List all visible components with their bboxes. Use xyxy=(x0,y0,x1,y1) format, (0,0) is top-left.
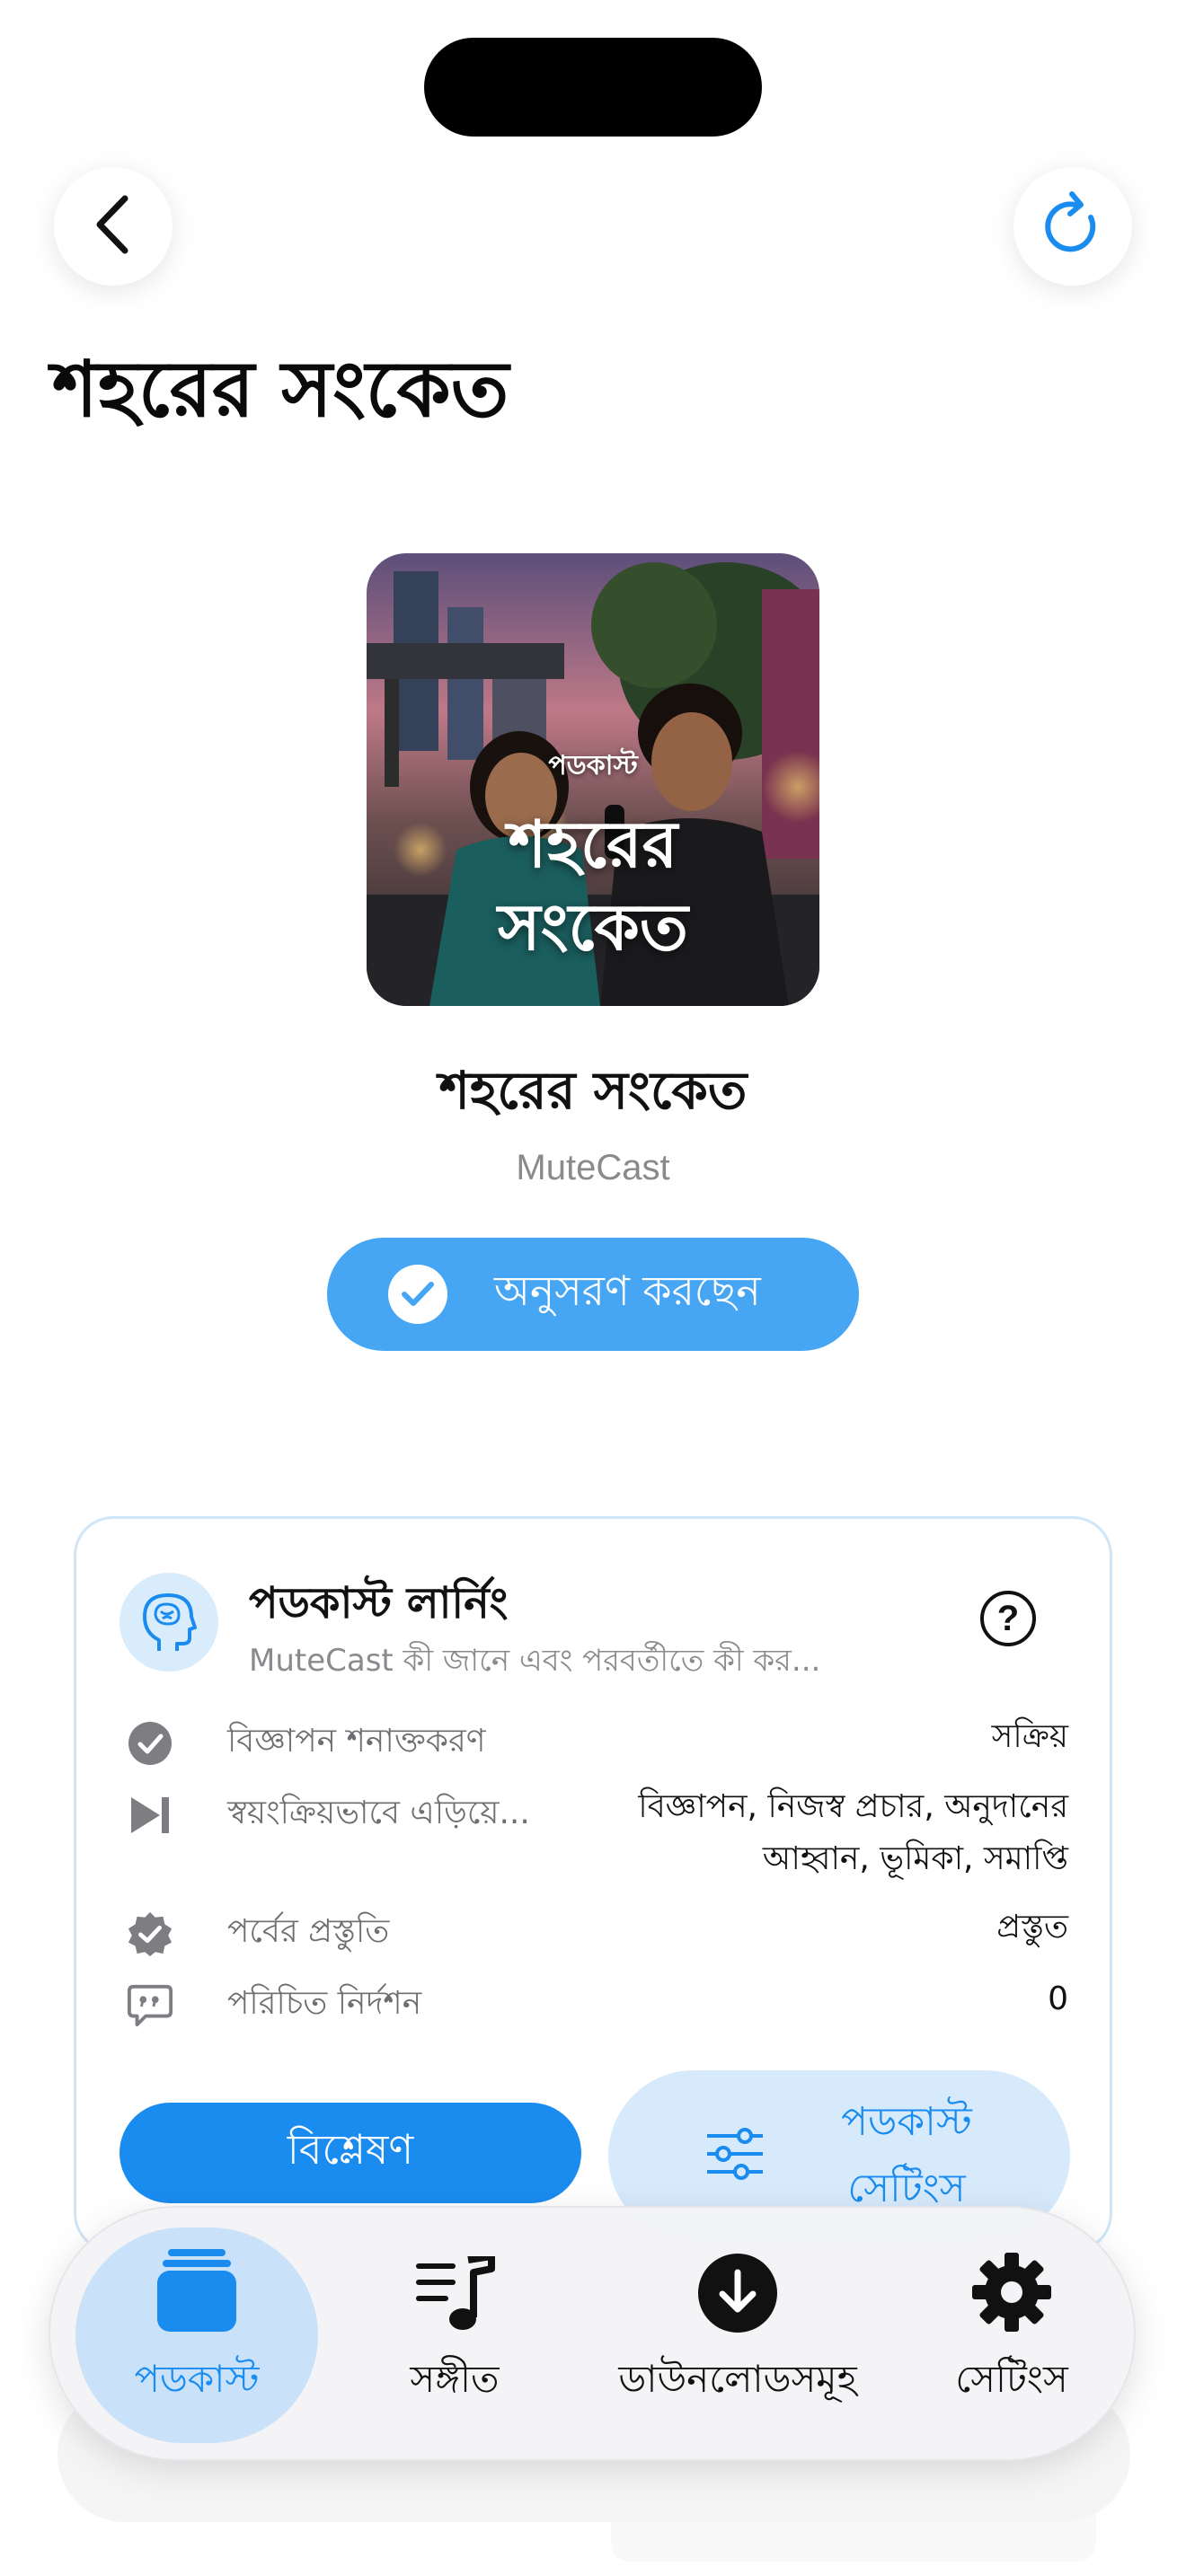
following-label: অনুসরণ করছেন xyxy=(494,1266,761,1315)
refresh-icon xyxy=(1041,190,1104,262)
tab-settings-label: সেটিংস xyxy=(955,2357,1068,2401)
tab-music-label: সঙ্গীত xyxy=(410,2357,500,2401)
ad-detection-value: সক্রিয় xyxy=(991,1718,1068,1755)
chevron-left-icon xyxy=(91,193,136,260)
known-patterns-label: পরিচিত নির্দশন xyxy=(227,1985,422,2022)
artwork-title-line2: সংকেত xyxy=(498,889,688,965)
podcast-learning-card: পডকাস্ট লার্নিং MuteCast কী জানে এবং পরব… xyxy=(74,1516,1112,2253)
gear-icon xyxy=(970,2228,1053,2333)
brain-head-icon xyxy=(119,1573,218,1672)
skip-forward-icon xyxy=(127,1792,173,1839)
podcast-artwork: পডকাস্ট শহরের সংকেত xyxy=(367,553,819,1006)
podcast-author: MuteCast xyxy=(516,1148,670,1187)
auto-skip-value-line1: বিজ্ঞাপন, নিজস্ব প্রচার, অনুদানের xyxy=(638,1788,1068,1825)
episode-prep-value: প্রস্তুত xyxy=(996,1909,1068,1945)
following-button[interactable]: অনুসরণ করছেন xyxy=(327,1238,859,1351)
artwork-tag: পডকাস্ট xyxy=(548,750,638,781)
sliders-icon xyxy=(705,2127,765,2184)
quote-bubble-icon xyxy=(127,1982,173,2029)
tab-podcasts[interactable]: পডকাস্ট xyxy=(75,2228,318,2443)
tab-podcasts-label: পডকাস্ট xyxy=(134,2357,260,2401)
analyze-button[interactable]: বিশ্লেষণ xyxy=(119,2103,581,2203)
page-title: শহরের সংকেত xyxy=(52,345,509,435)
download-circle-icon xyxy=(697,2228,778,2333)
tab-settings[interactable]: সেটিংস xyxy=(913,2228,1111,2443)
verified-badge-icon xyxy=(127,1910,173,1957)
podcast-stack-icon xyxy=(155,2228,238,2333)
help-icon[interactable]: ? xyxy=(980,1591,1036,1646)
check-circle-icon xyxy=(127,1720,173,1767)
auto-skip-value: বিজ্ঞাপন, নিজস্ব প্রচার, অনুদানের আহ্বান… xyxy=(638,1781,1068,1885)
auto-skip-value-line2: আহ্বান, ভূমিকা, সমাপ্তি xyxy=(762,1840,1068,1877)
ad-detection-label: বিজ্ঞাপন শনাক্তকরণ xyxy=(227,1723,486,1760)
dynamic-island xyxy=(424,38,762,137)
auto-skip-label: স্বয়ংক্রিয়ভাবে এড়িয়ে... xyxy=(227,1795,530,1831)
known-patterns-value: 0 xyxy=(1048,1981,1068,2017)
podcast-settings-label: পডকাস্ট সেটিংস xyxy=(817,2089,996,2222)
podcast-settings-line1: পডকাস্ট xyxy=(841,2099,972,2145)
checkmark-icon xyxy=(388,1265,447,1324)
learning-subtitle: MuteCast কী জানে এবং পরবর্তীতে কী কর... xyxy=(249,1643,821,1679)
music-list-icon xyxy=(414,2228,495,2333)
episode-prep-label: পর্বের প্রস্তুতি xyxy=(227,1913,390,1950)
tab-music[interactable]: সঙ্গীত xyxy=(347,2228,562,2443)
tab-downloads-label: ডাউনলোডসমূহ xyxy=(618,2357,857,2401)
artwork-title: শহরের সংকেত xyxy=(367,803,819,968)
refresh-button[interactable] xyxy=(1013,167,1132,286)
artwork-title-line1: শহরের xyxy=(508,807,678,882)
podcast-title: শহরের সংকেত xyxy=(438,1060,748,1121)
tab-downloads[interactable]: ডাউনলোডসমূহ xyxy=(589,2228,886,2443)
back-button[interactable] xyxy=(54,167,173,286)
learning-title: পডকাস্ট লার্নিং xyxy=(249,1578,509,1628)
tab-bar: পডকাস্ট সঙ্গীত ডাউনলোডসমূহ সেটিংস xyxy=(49,2206,1136,2461)
